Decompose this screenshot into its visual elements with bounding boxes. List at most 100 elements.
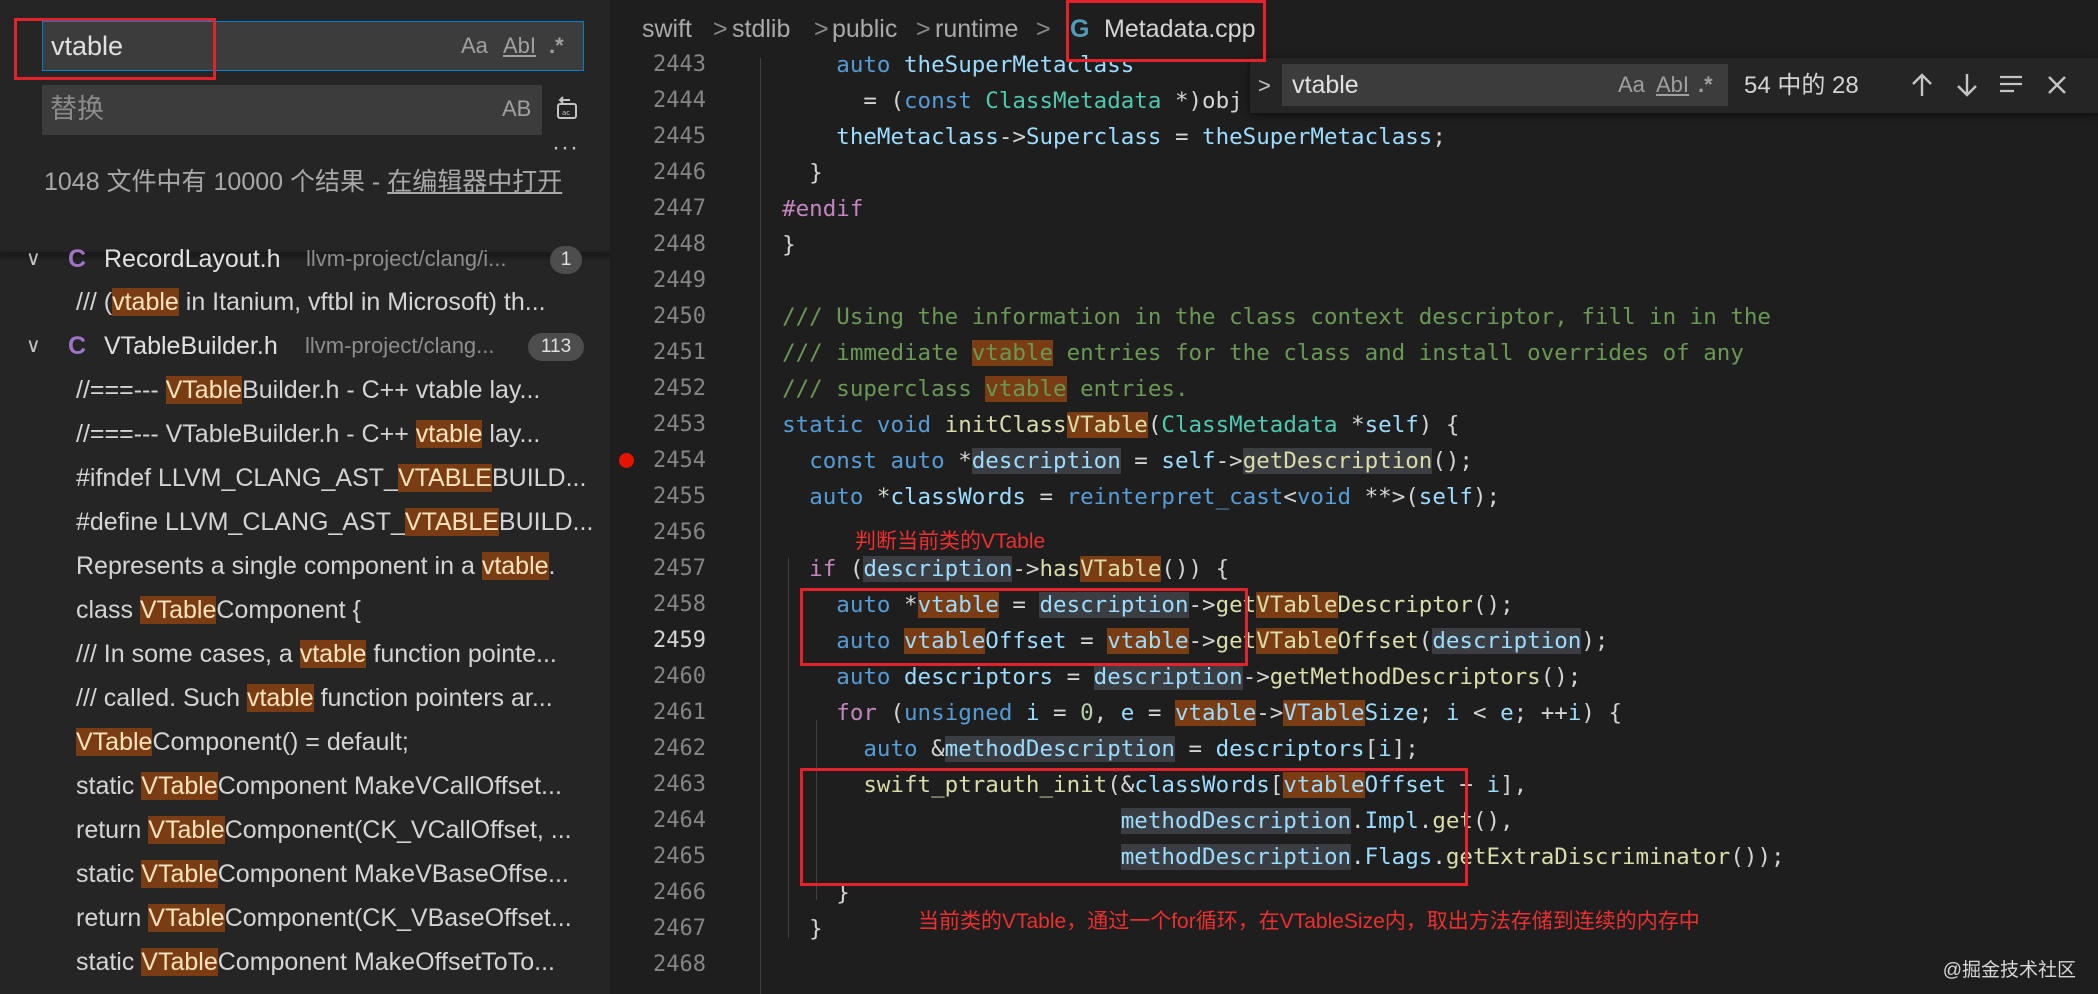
line-number: 2443 <box>653 52 706 77</box>
breadcrumb-separator: > <box>916 15 931 43</box>
next-match-icon[interactable] <box>1952 70 1982 100</box>
code-line[interactable]: } <box>755 160 823 186</box>
breakpoint-icon[interactable] <box>619 453 634 468</box>
line-number: 2450 <box>653 304 706 329</box>
svg-text:ac: ac <box>562 109 570 117</box>
line-number: 2463 <box>653 772 706 797</box>
chevron-down-icon[interactable]: ∨ <box>26 237 48 281</box>
result-match-item[interactable]: return VTableComponent(CK_VBaseOffset... <box>76 896 606 940</box>
result-match-item[interactable]: return VTableComponent(CK_VCallOffset, .… <box>76 808 606 852</box>
result-match-item[interactable]: static VTableComponent MakeOffsetToTo... <box>76 940 606 984</box>
result-match-item[interactable]: /// (vtable in Itanium, vftbl in Microso… <box>76 280 606 324</box>
previous-match-icon[interactable] <box>1907 70 1937 100</box>
code-line[interactable]: } <box>755 232 796 258</box>
line-number: 2451 <box>653 340 706 365</box>
replace-input[interactable]: 替换 AB <box>42 85 542 135</box>
find-input-value: vtable <box>1292 71 1359 99</box>
code-line[interactable]: /// Using the information in the class c… <box>755 304 1771 330</box>
c-file-icon: C <box>68 332 87 360</box>
match-case-toggle[interactable]: Aa <box>461 22 488 70</box>
breadcrumb-item[interactable]: stdlib <box>732 0 790 58</box>
search-sidebar: vtable Aa AbI .* 替换 AB ac ··· 1048 文件中有 … <box>0 0 610 994</box>
code-line[interactable]: #endif <box>755 196 863 222</box>
find-match-count: 54 中的 28 <box>1744 72 1859 99</box>
code-line[interactable]: /// immediate vtable entries for the cla… <box>755 340 1744 366</box>
result-count-badge: 1 <box>550 246 582 274</box>
line-number: 2447 <box>653 196 706 221</box>
code-line[interactable]: auto *classWords = reinterpret_cast<void… <box>755 484 1500 510</box>
breadcrumb-item[interactable]: swift <box>642 0 692 58</box>
breadcrumb: swift > stdlib > public > runtime > G Me… <box>610 0 2098 58</box>
result-match-item[interactable]: VTableComponent() = default; <box>76 720 606 764</box>
watermark: @掘金技术社区 <box>1942 960 2076 981</box>
result-match-item[interactable]: #ifndef LLVM_CLANG_AST_VTABLEBUILD... <box>76 456 606 500</box>
line-number: 2462 <box>653 736 706 761</box>
code-line[interactable]: auto &methodDescription = descriptors[i]… <box>755 736 1419 762</box>
line-number: 2457 <box>653 556 706 581</box>
code-line[interactable]: theMetaclass->Superclass = theSuperMetac… <box>755 124 1446 150</box>
line-number: 2464 <box>653 808 706 833</box>
annotation-box-ptrauth <box>800 768 1468 886</box>
result-match-item[interactable]: Represents a single component in a vtabl… <box>76 544 606 588</box>
c-file-icon: C <box>68 245 87 273</box>
code-line[interactable]: if (description->hasVTable()) { <box>755 556 1229 582</box>
code-line[interactable]: static void initClassVTable(ClassMetadat… <box>755 412 1459 438</box>
result-match-item[interactable]: /// In some cases, a vtable function poi… <box>76 632 606 676</box>
line-number: 2446 <box>653 160 706 185</box>
result-file-path: llvm-project/clang/i... <box>306 246 507 271</box>
toggle-replace-chevron-icon[interactable]: > <box>1258 58 1271 113</box>
result-match-item[interactable]: static VTableComponent MakeVCallOffset..… <box>76 764 606 808</box>
line-number: 2453 <box>653 412 706 437</box>
result-file-row[interactable]: ∨ C VTableBuilder.h llvm-project/clang..… <box>0 324 610 368</box>
preserve-case-toggle[interactable]: AB <box>502 85 531 133</box>
code-line[interactable]: /// superclass vtable entries. <box>755 376 1189 402</box>
find-input[interactable]: vtable Aa AbI .* <box>1282 64 1728 106</box>
regex-toggle[interactable]: .* <box>549 22 564 70</box>
breadcrumb-item[interactable]: runtime <box>935 0 1018 58</box>
result-file-name: RecordLayout.h <box>104 245 281 273</box>
code-line[interactable]: } <box>755 916 823 942</box>
result-file-name: VTableBuilder.h <box>104 332 278 360</box>
result-match-item[interactable]: //===--- VTableBuilder.h - C++ vtable la… <box>76 368 606 412</box>
match-whole-word-toggle[interactable]: AbI <box>503 22 536 70</box>
more-options-icon[interactable]: ··· <box>552 134 579 162</box>
line-number: 2460 <box>653 664 706 689</box>
line-number: 2467 <box>653 916 706 941</box>
line-number: 2444 <box>653 88 706 113</box>
chevron-down-icon[interactable]: ∨ <box>26 324 48 368</box>
result-match-item[interactable]: #define LLVM_CLANG_AST_VTABLEBUILD... <box>76 500 606 544</box>
code-line[interactable]: auto descriptors = description->getMetho… <box>755 664 1581 690</box>
replace-input-placeholder: 替换 <box>50 94 104 124</box>
find-widget: > vtable Aa AbI .* 54 中的 28 <box>1250 58 2098 113</box>
replace-all-icon[interactable]: ac <box>552 94 582 124</box>
match-whole-word-toggle[interactable]: AbI <box>1656 64 1689 106</box>
open-in-editor-link[interactable]: 在编辑器中打开 <box>387 168 562 196</box>
regex-toggle[interactable]: .* <box>1698 64 1713 106</box>
breadcrumb-item[interactable]: public <box>832 0 897 58</box>
code-line[interactable]: for (unsigned i = 0, e = vtable->VTableS… <box>755 700 1622 726</box>
match-case-toggle[interactable]: Aa <box>1618 64 1645 106</box>
line-number-current: 2459 <box>653 628 706 653</box>
line-number: 2448 <box>653 232 706 257</box>
result-summary-text: 1048 文件中有 10000 个结果 - <box>44 168 388 196</box>
result-summary: 1048 文件中有 10000 个结果 - 在编辑器中打开 <box>44 164 574 200</box>
result-match-item[interactable]: static VTableComponent MakeVBaseOffse... <box>76 852 606 896</box>
line-number: 2461 <box>653 700 706 725</box>
line-number: 2458 <box>653 592 706 617</box>
breadcrumb-separator: > <box>814 15 829 43</box>
code-line[interactable]: = (const ClassMetadata *)obj <box>755 88 1242 114</box>
line-number: 2456 <box>653 520 706 545</box>
annotation-note: 当前类的VTable，通过一个for循环，在VTableSize内，取出方法存储… <box>918 910 1700 933</box>
find-in-selection-icon[interactable] <box>1996 70 2026 100</box>
line-number: 2455 <box>653 484 706 509</box>
code-editor[interactable]: swift > stdlib > public > runtime > G Me… <box>610 0 2098 994</box>
code-line[interactable]: const auto *description = self->getDescr… <box>755 448 1473 474</box>
result-match-item[interactable]: //===--- VTableBuilder.h - C++ vtable la… <box>76 412 606 456</box>
close-icon[interactable] <box>2042 70 2072 100</box>
result-file-path: llvm-project/clang... <box>305 333 495 358</box>
match-prefix: /// ( <box>76 288 113 316</box>
result-file-row[interactable]: ∨ C RecordLayout.h llvm-project/clang/i.… <box>0 237 610 281</box>
result-match-item[interactable]: /// called. Such vtable function pointer… <box>76 676 606 720</box>
result-match-item[interactable]: class VTableComponent { <box>76 588 606 632</box>
line-number: 2449 <box>653 268 706 293</box>
